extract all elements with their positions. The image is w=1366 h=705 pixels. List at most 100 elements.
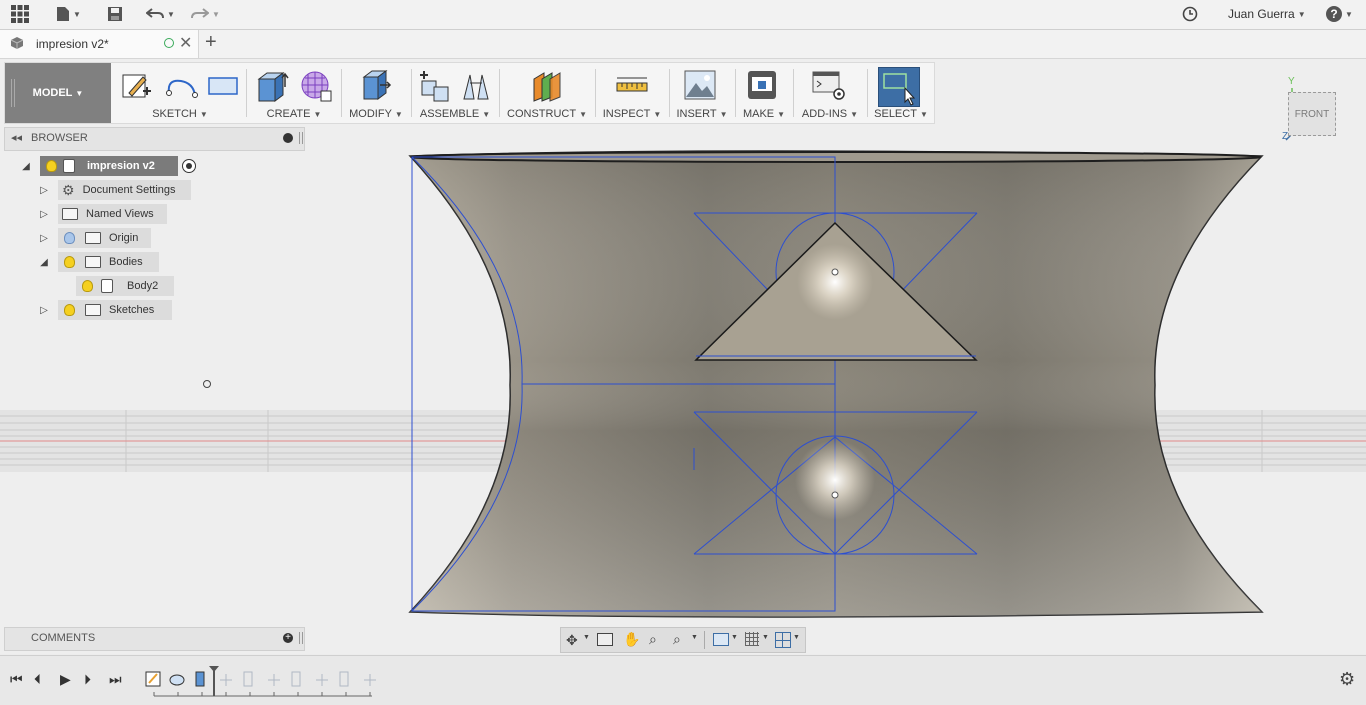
visibility-bulb-icon[interactable]: [82, 280, 93, 292]
grid-dropdown-icon[interactable]: ▼: [762, 634, 769, 641]
addins-label: ADD-INS ▼: [801, 108, 859, 120]
folder-icon: [85, 304, 101, 316]
assemble-group[interactable]: ASSEMBLE ▼: [414, 63, 496, 123]
select-group[interactable]: SELECT ▼: [870, 63, 932, 123]
undo-icon[interactable]: ▼: [146, 4, 175, 24]
create-label: CREATE ▼: [266, 108, 322, 120]
zoom-dropdown-icon[interactable]: ▼: [691, 634, 698, 641]
workspace-switcher[interactable]: MODEL ▼: [5, 63, 111, 123]
3d-print-icon[interactable]: [746, 69, 778, 101]
scripts-icon[interactable]: [812, 69, 846, 101]
user-menu[interactable]: Juan Guerra ▼: [1228, 4, 1306, 24]
center-point-lower[interactable]: [831, 491, 839, 499]
offset-plane-icon[interactable]: [530, 69, 564, 103]
visibility-bulb-icon[interactable]: [64, 232, 75, 244]
browser-item-sketches[interactable]: Sketches: [58, 300, 172, 320]
visibility-bulb-icon[interactable]: [64, 256, 75, 268]
prev-icon[interactable]: ⏴: [34, 671, 41, 688]
tab-document[interactable]: impresion v2* ✕: [0, 30, 199, 58]
make-group[interactable]: MAKE ▼: [738, 63, 790, 123]
visibility-bulb-icon[interactable]: [64, 304, 75, 316]
expand-arrow-bodies[interactable]: ◢: [38, 252, 50, 272]
select-icon[interactable]: [878, 67, 920, 107]
zoom-icon[interactable]: ⌕: [649, 631, 657, 648]
light-highlight-lower: [795, 440, 875, 520]
line-icon[interactable]: [165, 73, 199, 99]
look-at-icon[interactable]: [597, 633, 613, 646]
add-comment-icon[interactable]: +: [283, 633, 293, 643]
center-point[interactable]: [831, 268, 839, 276]
help-icon[interactable]: ? ▼: [1326, 4, 1353, 24]
modify-label: MODIFY ▼: [349, 108, 403, 120]
expand-arrow-document-settings[interactable]: ▷: [38, 180, 50, 200]
minimize-icon[interactable]: [283, 133, 293, 143]
insert-image-icon[interactable]: [684, 69, 716, 101]
viewports-dropdown-icon[interactable]: ▼: [793, 634, 800, 641]
form-icon[interactable]: [299, 69, 333, 103]
create-sketch-icon[interactable]: [121, 71, 153, 101]
light-highlight: [797, 244, 873, 320]
timeline-settings-gear-icon[interactable]: ⚙: [1339, 669, 1355, 690]
view-cube[interactable]: FRONT: [1288, 92, 1336, 136]
close-icon[interactable]: ✕: [179, 33, 192, 53]
pan-icon[interactable]: ✋: [623, 631, 640, 648]
fit-icon[interactable]: ⌕: [673, 631, 681, 648]
orbit-icon[interactable]: ✥: [566, 632, 578, 649]
browser-panel-header[interactable]: ◂◂ BROWSER: [4, 127, 305, 151]
save-icon[interactable]: [107, 4, 123, 24]
redo-icon[interactable]: ▼: [191, 4, 220, 24]
play-icon[interactable]: ▶: [60, 671, 71, 688]
expand-arrow-origin[interactable]: ▷: [38, 228, 50, 248]
modify-group[interactable]: MODIFY ▼: [344, 63, 408, 123]
expand-arrow-named-views[interactable]: ▷: [38, 204, 50, 224]
expand-arrow-sketches[interactable]: ▷: [38, 300, 50, 320]
sketch-group[interactable]: SKETCH ▼: [117, 63, 243, 123]
browser-title: BROWSER: [31, 132, 88, 144]
collapse-icon[interactable]: ◂◂: [11, 131, 22, 144]
create-group[interactable]: CREATE ▼: [249, 63, 339, 123]
construct-group[interactable]: CONSTRUCT ▼: [502, 63, 592, 123]
first-icon[interactable]: ⏮: [10, 671, 23, 688]
joint-icon[interactable]: [460, 71, 492, 101]
panel-grip-icon[interactable]: [299, 632, 303, 644]
inspect-group[interactable]: INSPECT ▼: [598, 63, 666, 123]
new-tab-button[interactable]: +: [205, 31, 217, 54]
panel-grip-icon[interactable]: [299, 132, 303, 144]
addins-group[interactable]: ADD-INS ▼: [796, 63, 864, 123]
grid-settings-icon[interactable]: [745, 632, 759, 646]
insert-group[interactable]: INSERT ▼: [672, 63, 732, 123]
axis-y-label: Y: [1288, 76, 1295, 87]
construct-label: CONSTRUCT ▼: [507, 108, 587, 120]
display-dropdown-icon[interactable]: ▼: [731, 634, 738, 641]
tab-title: impresion v2*: [36, 37, 109, 51]
grid-icon[interactable]: [11, 4, 29, 24]
clock-icon[interactable]: [1182, 4, 1198, 24]
timeline-track[interactable]: [142, 666, 382, 700]
expand-arrow-root[interactable]: ◢: [20, 156, 32, 176]
browser-item-body2[interactable]: Body2: [76, 276, 174, 296]
comments-panel-header[interactable]: COMMENTS +: [4, 627, 305, 651]
activate-radio-icon[interactable]: [182, 159, 196, 173]
visibility-bulb-icon[interactable]: [46, 160, 57, 172]
next-icon[interactable]: ⏵: [84, 671, 91, 688]
toolbar: MODEL ▼ SKETCH ▼ CREATE ▼ MODIFY ▼ ASSEMBLE: [4, 62, 935, 124]
measure-icon[interactable]: [616, 75, 648, 97]
make-label: MAKE ▼: [742, 108, 786, 120]
insert-label: INSERT ▼: [676, 108, 728, 120]
file-icon[interactable]: ▼: [56, 4, 81, 24]
browser-item-named-views[interactable]: Named Views: [58, 204, 167, 224]
press-pull-icon[interactable]: [358, 69, 392, 103]
viewports-icon[interactable]: [775, 632, 791, 648]
top-bar: ▼ ▼ ▼ Juan Guerra ▼ ? ▼: [0, 0, 1366, 30]
rectangle-icon[interactable]: [207, 75, 239, 97]
browser-root[interactable]: impresion v2: [40, 156, 178, 176]
display-settings-icon[interactable]: [713, 633, 729, 646]
browser-item-origin[interactable]: Origin: [58, 228, 151, 248]
sync-status-icon: [164, 38, 174, 48]
browser-item-document-settings[interactable]: ⚙ Document Settings: [58, 180, 191, 200]
browser-item-bodies[interactable]: Bodies: [58, 252, 159, 272]
orbit-dropdown-icon[interactable]: ▼: [583, 634, 590, 641]
new-component-icon[interactable]: [418, 69, 452, 103]
last-icon[interactable]: ⏭: [109, 671, 122, 688]
extrude-icon[interactable]: [255, 69, 289, 103]
